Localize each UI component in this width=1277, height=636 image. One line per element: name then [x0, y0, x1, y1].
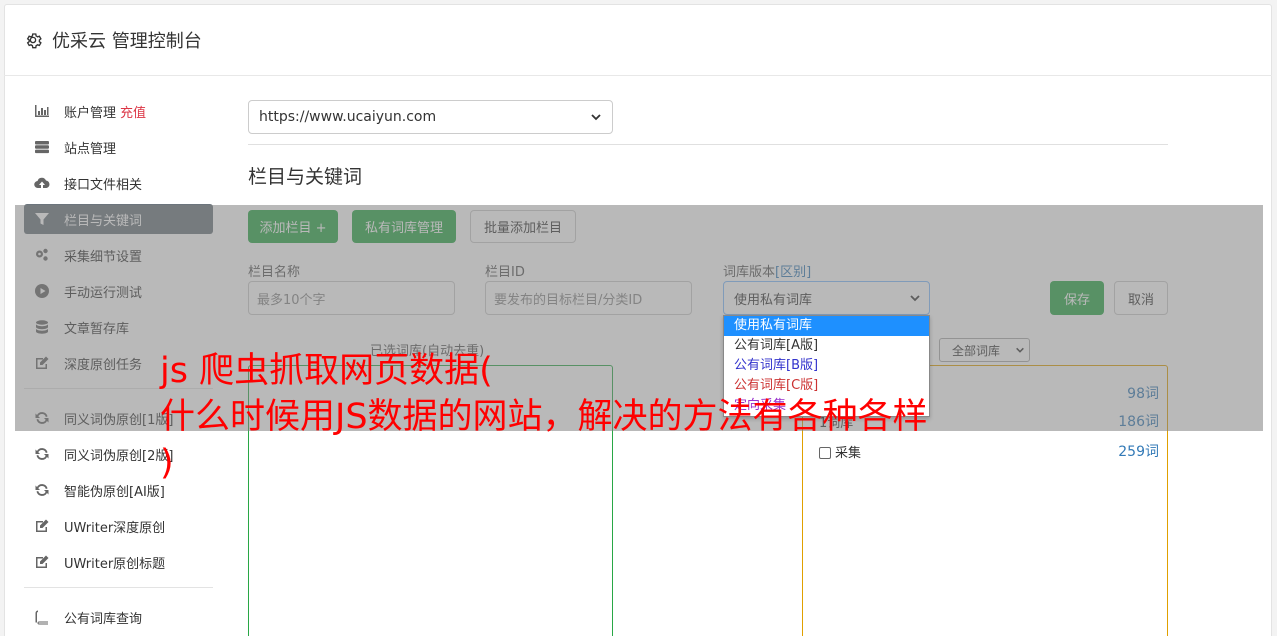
sidebar-divider — [24, 587, 213, 588]
bar-chart-icon — [34, 103, 50, 119]
sidebar-item-columns-keywords[interactable]: 栏目与关键词 — [24, 204, 213, 234]
refresh-icon — [34, 482, 50, 498]
sidebar-item-label: 接口文件相关 — [64, 177, 143, 193]
page-header: 优采云 管理控制台 — [4, 4, 1272, 76]
site-select[interactable]: https://www.ucaiyun.com — [248, 100, 613, 134]
sidebar-item-label: 文章暂存库 — [64, 321, 130, 337]
sidebar-item-label: 手动运行测试 — [64, 285, 143, 301]
sidebar-item-label: 深度原创任务 — [64, 357, 143, 373]
sidebar-item-label: 公有词库查询 — [64, 611, 143, 627]
library-version-value: 使用私有词库 — [734, 292, 813, 308]
sidebar-item-collect-settings[interactable]: 采集细节设置 — [24, 240, 213, 270]
sidebar-item-public-lib-query[interactable]: 公有词库查询 — [24, 602, 213, 632]
sidebar-item-sites[interactable]: 站点管理 — [24, 132, 213, 162]
sidebar-item-uwriter-title[interactable]: UWriter原创标题 — [24, 547, 213, 577]
sidebar-item-label: UWriter原创标题 — [64, 556, 166, 572]
sidebar-item-label: 站点管理 — [64, 141, 117, 157]
divider — [248, 144, 1168, 145]
chevron-down-icon — [591, 114, 601, 121]
cloud-upload-icon — [34, 175, 50, 191]
banner-line: js 爬虫抓取网页数据( — [160, 351, 493, 391]
gear-icon — [26, 32, 42, 48]
sidebar-item-article-storage[interactable]: 文章暂存库 — [24, 312, 213, 342]
sidebar-item-account[interactable]: 账户管理 充值 — [24, 96, 213, 126]
library-version-text: 词库版本 — [723, 265, 776, 280]
main-content: https://www.ucaiyun.com 栏目与关键词 添加栏目 + 私有… — [248, 100, 1168, 636]
recharge-link[interactable]: 充值 — [120, 102, 146, 121]
sidebar-item-label: 智能伪原创[AI版] — [64, 484, 165, 500]
cancel-button[interactable]: 取消 — [1114, 281, 1168, 315]
column-id-input[interactable]: 要发布的目标栏目/分类ID — [485, 281, 692, 315]
sidebar-item-label: 账户管理 — [64, 105, 117, 121]
edit-icon — [34, 554, 50, 570]
filter-icon — [34, 211, 50, 227]
column-id-label: 栏目ID — [485, 265, 525, 280]
server-icon — [34, 139, 50, 155]
save-button[interactable]: 保存 — [1050, 281, 1104, 315]
library-version-select[interactable]: 使用私有词库 — [723, 281, 930, 315]
sidebar-item-interface-files[interactable]: 接口文件相关 — [24, 168, 213, 198]
sidebar-item-label: 栏目与关键词 — [64, 213, 143, 229]
banner-line: ) — [160, 443, 174, 483]
sidebar-item-label: 采集细节设置 — [64, 249, 143, 265]
add-column-button[interactable]: 添加栏目 + — [248, 210, 338, 243]
database-icon — [34, 319, 50, 335]
play-icon — [34, 283, 50, 299]
chevron-down-icon — [910, 295, 920, 302]
site-select-value: https://www.ucaiyun.com — [259, 109, 437, 125]
library-version-label: 词库版本[区别] — [723, 261, 811, 280]
edit-icon — [34, 518, 50, 534]
sidebar-item-manual-run[interactable]: 手动运行测试 — [24, 276, 213, 306]
refresh-icon — [34, 410, 50, 426]
sidebar-item-label: 同义词伪原创[2版] — [64, 448, 174, 464]
column-name-input[interactable]: 最多10个字 — [248, 281, 455, 315]
edit-icon — [34, 355, 50, 371]
section-title: 栏目与关键词 — [248, 166, 363, 188]
refresh-icon — [34, 446, 50, 462]
library-difference-link[interactable]: [区别] — [775, 265, 811, 280]
cogs-icon — [34, 247, 50, 263]
column-name-label: 栏目名称 — [248, 265, 301, 280]
book-icon — [34, 609, 50, 625]
banner-line: 什么时候用JS数据的网站，解决的方法有各种各样 — [160, 397, 928, 437]
page-title: 优采云 管理控制台 — [52, 30, 202, 52]
sidebar-item-label: 同义词伪原创[1版] — [64, 412, 174, 428]
sidebar-item-label: UWriter深度原创 — [64, 520, 166, 536]
sidebar-item-uwriter-deep[interactable]: UWriter深度原创 — [24, 511, 213, 541]
article-title-overlay: js 爬虫抓取网页数据( 什么时候用JS数据的网站，解决的方法有各种各样 ) — [160, 348, 1160, 486]
batch-add-column-button[interactable]: 批量添加栏目 — [470, 210, 576, 243]
private-library-button[interactable]: 私有词库管理 — [352, 210, 456, 243]
dropdown-option-private[interactable]: 使用私有词库 — [724, 316, 929, 336]
